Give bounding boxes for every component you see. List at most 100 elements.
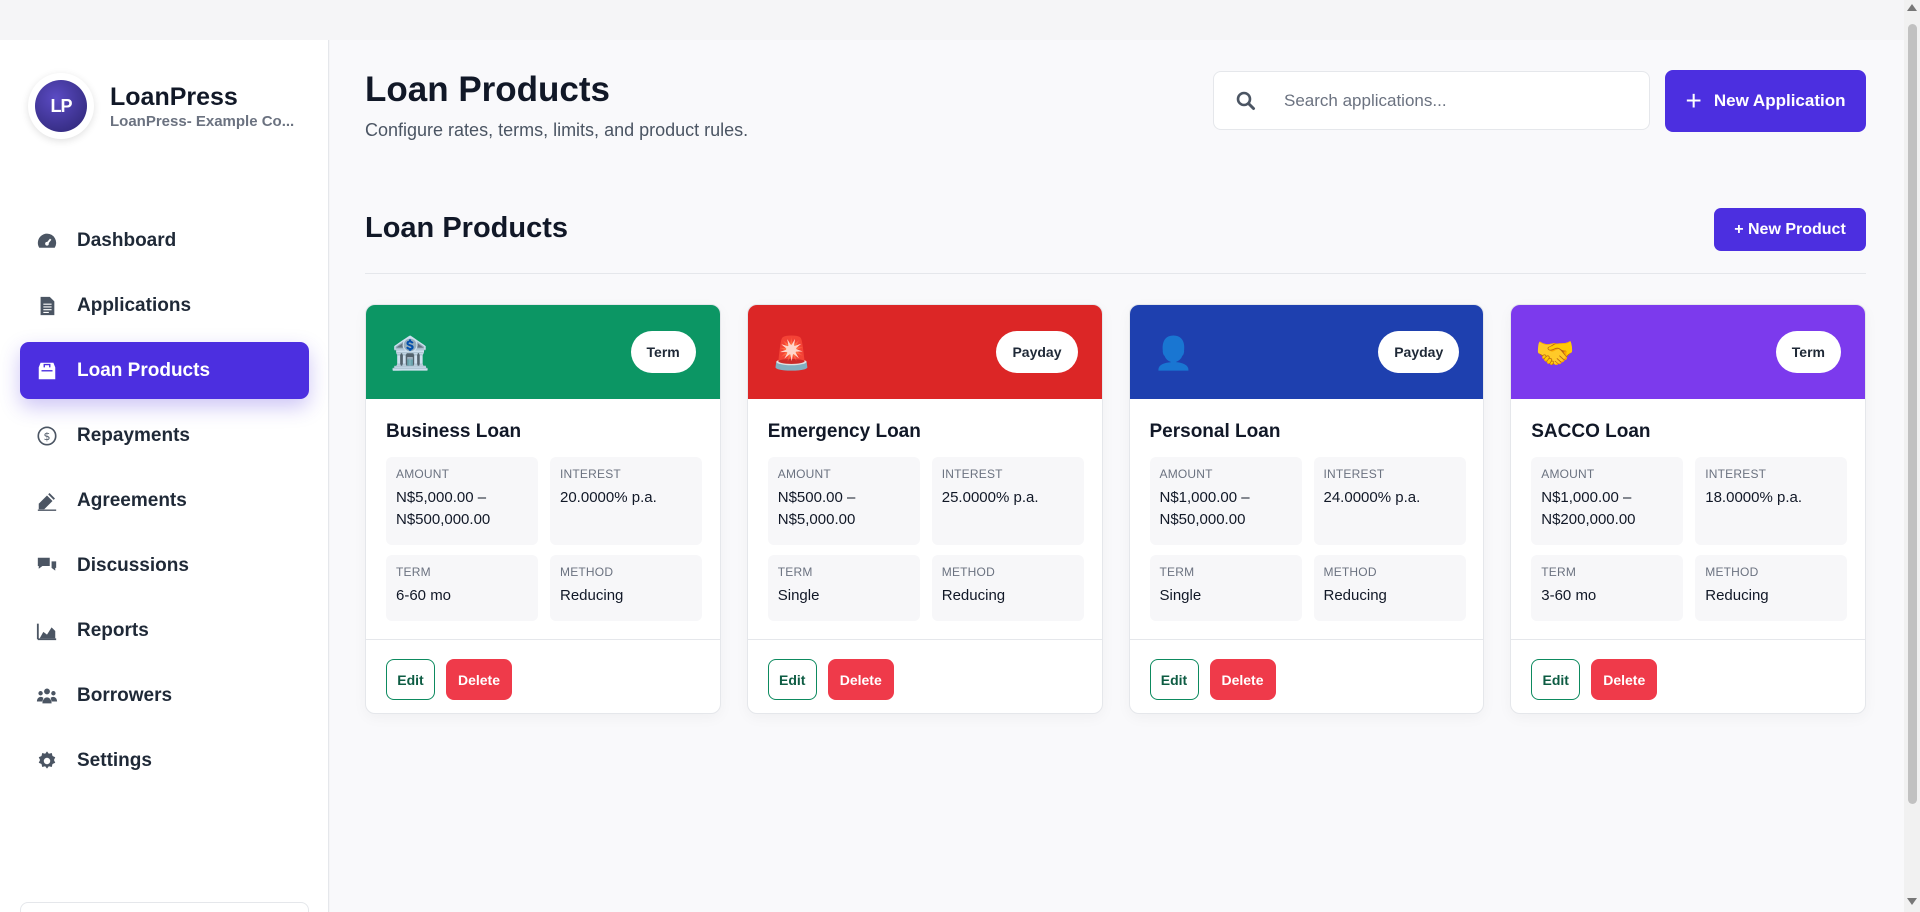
card-header: 🏦 Term bbox=[366, 305, 720, 399]
method-value: Reducing bbox=[560, 587, 624, 604]
section-title: Loan Products bbox=[365, 212, 569, 244]
delete-button[interactable]: Delete bbox=[446, 659, 512, 700]
handshake-icon: 🤝 bbox=[1535, 334, 1576, 372]
scroll-down-arrow-icon[interactable] bbox=[1907, 898, 1917, 905]
edit-button[interactable]: Edit bbox=[767, 659, 817, 700]
card-header: 👤 Payday bbox=[1129, 305, 1484, 399]
card-footer-divider bbox=[1511, 639, 1865, 640]
sidebar-item-discussions[interactable]: Discussions bbox=[20, 537, 309, 594]
sidebar-item-reports[interactable]: Reports bbox=[20, 602, 309, 659]
gauge-icon bbox=[36, 230, 58, 252]
amount-cell: AMOUNT N$1,000.00 – N$50,000.00 bbox=[1149, 457, 1302, 545]
search-box[interactable] bbox=[1213, 71, 1650, 130]
amount-value: N$5,000.00 – N$500,000.00 bbox=[396, 489, 491, 528]
product-card: 🏦 Term Business Loan AMOUNT N$5,000.00 – … bbox=[365, 304, 721, 714]
search-input[interactable] bbox=[1284, 90, 1624, 111]
sidebar-item-loan-products[interactable]: Loan Products bbox=[20, 342, 309, 399]
main-content: Loan Products Configure rates, terms, li… bbox=[330, 40, 1904, 912]
sidebar-item-settings[interactable]: Settings bbox=[20, 732, 309, 789]
amount-value: N$1,000.00 – N$200,000.00 bbox=[1541, 489, 1636, 528]
search-icon bbox=[1236, 91, 1255, 110]
sidebar-item-label: Discussions bbox=[77, 554, 189, 576]
scroll-up-arrow-icon[interactable] bbox=[1907, 4, 1917, 11]
sidebar-item-agreements[interactable]: Agreements bbox=[20, 472, 309, 529]
term-cell: TERM Single bbox=[1149, 555, 1302, 621]
dollar-circle-icon: $ bbox=[36, 425, 58, 447]
interest-value: 20.0000% p.a. bbox=[560, 489, 657, 506]
method-cell: METHOD Reducing bbox=[1695, 555, 1848, 621]
interest-value: 18.0000% p.a. bbox=[1705, 489, 1802, 506]
sidebar-footer-card bbox=[20, 902, 309, 912]
brand-logo: LP bbox=[28, 73, 94, 139]
top-strip bbox=[0, 0, 1904, 40]
sidebar-item-label: Settings bbox=[77, 749, 152, 771]
amount-cell: AMOUNT N$1,000.00 – N$200,000.00 bbox=[1531, 457, 1684, 545]
brand[interactable]: LP LoanPress LoanPress- Example Co... bbox=[28, 73, 300, 139]
sidebar-item-label: Borrowers bbox=[77, 684, 173, 706]
product-type-badge: Payday bbox=[1378, 331, 1460, 373]
product-type-badge: Term bbox=[630, 331, 696, 373]
svg-text:$: $ bbox=[44, 430, 51, 443]
term-cell: TERM Single bbox=[767, 555, 920, 621]
users-icon bbox=[36, 685, 58, 707]
term-cell: TERM 6-60 mo bbox=[386, 555, 538, 621]
method-cell: METHOD Reducing bbox=[931, 555, 1084, 621]
page-subtitle: Configure rates, terms, limits, and prod… bbox=[365, 120, 749, 140]
product-name: Business Loan bbox=[386, 421, 522, 442]
interest-value: 25.0000% p.a. bbox=[941, 489, 1039, 506]
sidebar-item-borrowers[interactable]: Borrowers bbox=[20, 667, 309, 724]
plus-icon: + bbox=[1685, 85, 1702, 116]
chart-area-icon bbox=[36, 620, 58, 642]
term-value: 6-60 mo bbox=[396, 587, 452, 604]
sidebar: LP LoanPress LoanPress- Example Co... Da… bbox=[0, 40, 329, 912]
method-value: Reducing bbox=[1323, 587, 1387, 604]
card-footer-divider bbox=[747, 639, 1102, 640]
amount-value: N$1,000.00 – N$50,000.00 bbox=[1159, 489, 1250, 528]
interest-cell: INTEREST 20.0000% p.a. bbox=[550, 457, 702, 545]
document-icon bbox=[36, 295, 58, 317]
siren-icon: 🚨 bbox=[771, 334, 812, 372]
sidebar-nav: Dashboard Applications Loan Products $ R… bbox=[20, 212, 309, 797]
sidebar-item-label: Agreements bbox=[77, 489, 187, 511]
sidebar-item-repayments[interactable]: $ Repayments bbox=[20, 407, 309, 464]
sidebar-item-dashboard[interactable]: Dashboard bbox=[20, 212, 309, 269]
interest-cell: INTEREST 18.0000% p.a. bbox=[1695, 457, 1848, 545]
new-product-button[interactable]: + New Product bbox=[1714, 208, 1866, 251]
sidebar-item-applications[interactable]: Applications bbox=[20, 277, 309, 334]
bank-icon: 🏦 bbox=[390, 334, 430, 372]
term-value: Single bbox=[777, 587, 820, 604]
sidebar-item-label: Applications bbox=[77, 294, 192, 316]
method-cell: METHOD Reducing bbox=[1313, 555, 1466, 621]
sidebar-item-label: Loan Products bbox=[77, 359, 211, 381]
sidebar-item-label: Dashboard bbox=[77, 229, 177, 251]
term-cell: TERM 3-60 mo bbox=[1531, 555, 1684, 621]
new-application-label: New Application bbox=[1713, 91, 1846, 110]
interest-cell: INTEREST 25.0000% p.a. bbox=[931, 457, 1084, 545]
brand-name: LoanPress bbox=[110, 82, 238, 111]
gear-icon bbox=[36, 750, 58, 772]
term-value: Single bbox=[1159, 587, 1202, 604]
edit-button[interactable]: Edit bbox=[1531, 659, 1581, 700]
edit-button[interactable]: Edit bbox=[1149, 659, 1199, 700]
card-footer-divider bbox=[366, 639, 720, 640]
product-type-badge: Term bbox=[1775, 331, 1841, 373]
signature-icon bbox=[36, 490, 58, 512]
delete-button[interactable]: Delete bbox=[827, 659, 894, 700]
interest-value: 24.0000% p.a. bbox=[1323, 489, 1421, 506]
amount-cell: AMOUNT N$500.00 – N$5,000.00 bbox=[767, 457, 920, 545]
product-card: 🚨 Payday Emergency Loan AMOUNT N$500.00 –… bbox=[746, 304, 1103, 714]
delete-button[interactable]: Delete bbox=[1591, 659, 1658, 700]
card-header: 🤝 Term bbox=[1511, 305, 1865, 399]
method-value: Reducing bbox=[1705, 587, 1769, 604]
delete-button[interactable]: Delete bbox=[1209, 659, 1276, 700]
scrollbar-thumb[interactable] bbox=[1908, 24, 1917, 804]
vertical-scrollbar[interactable] bbox=[1904, 0, 1920, 912]
brand-logo-text: LP bbox=[35, 80, 87, 132]
edit-button[interactable]: Edit bbox=[386, 659, 435, 700]
product-type-badge: Payday bbox=[996, 331, 1078, 373]
brand-subtitle: LoanPress- Example Co... bbox=[110, 112, 295, 130]
person-icon: 👤 bbox=[1153, 334, 1194, 372]
product-name: Personal Loan bbox=[1149, 421, 1281, 442]
method-value: Reducing bbox=[941, 587, 1006, 604]
new-application-button[interactable]: + New Application bbox=[1665, 70, 1866, 132]
